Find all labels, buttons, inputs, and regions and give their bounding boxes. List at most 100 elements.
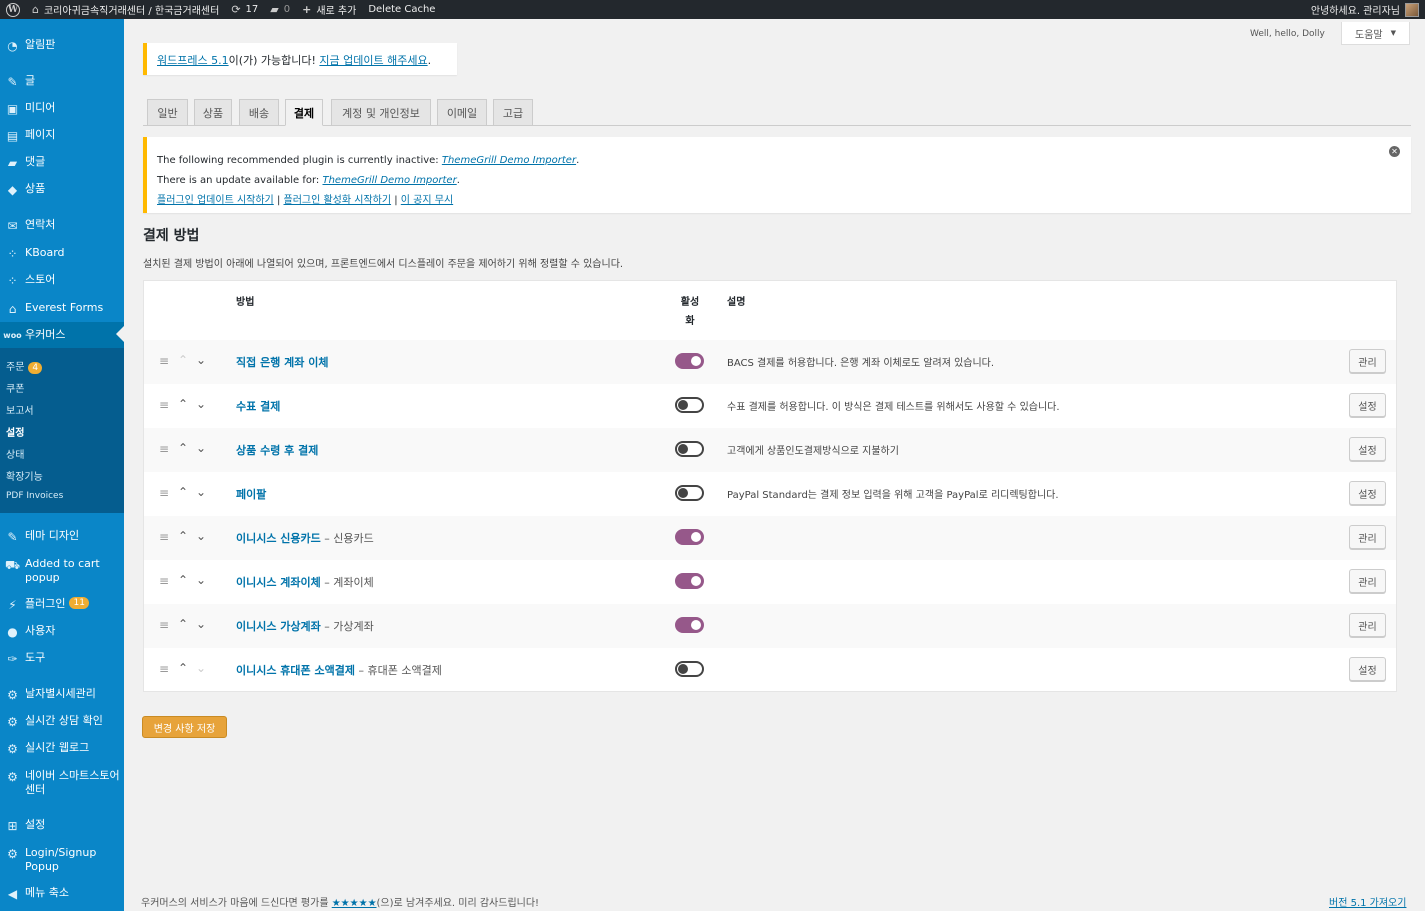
begin-activating-plugin-link[interactable]: 플러그인 활성화 시작하기 [284,195,392,206]
submenu-reports[interactable]: 보고서 [6,402,34,417]
new-content-link[interactable]: + 새로 추가 [296,0,362,19]
menu-pages[interactable]: ▤ 페이지 [0,128,124,143]
gateway-link[interactable]: 이니시스 가상계좌 [236,620,321,633]
gateway-link[interactable]: 이니시스 계좌이체 [236,576,321,589]
tab-accounts-privacy[interactable]: 계정 및 개인정보 [331,99,431,126]
submenu-status[interactable]: 상태 [6,446,24,461]
gateway-enabled-toggle[interactable] [675,573,704,589]
gateway-link[interactable]: 직접 은행 계좌 이체 [236,356,328,369]
gateway-enabled-toggle[interactable] [675,441,704,457]
drag-handle-icon[interactable]: ≡ [159,354,169,368]
menu-contacts[interactable]: ✉ 연락처 [0,218,124,233]
submenu-settings[interactable]: 설정 [6,424,24,439]
dismiss-notice-link[interactable]: 이 공지 무시 [401,195,453,206]
menu-settings[interactable]: ⊞ 설정 [0,818,124,833]
tab-checkout[interactable]: 결제 [285,99,323,126]
submenu-orders[interactable]: 주문 4 [6,358,43,374]
gateway-action-button[interactable]: 설정 [1349,481,1386,505]
menu-products[interactable]: ◆ 상품 [0,182,124,197]
updates-link[interactable]: ⟳ 17 [225,0,264,19]
gateway-enabled-toggle[interactable] [675,485,704,501]
move-down-icon[interactable]: ⌄ [196,573,206,587]
menu-live-chat[interactable]: ⚙ 실시간 상담 확인 [0,714,124,729]
gateway-link[interactable]: 이니시스 휴대폰 소액결제 [236,664,355,677]
site-name-link[interactable]: ⌂ 코리아귀금속직거래센터 / 한국금거래센터 [26,0,225,19]
move-down-icon[interactable]: ⌄ [196,353,206,367]
move-down-icon[interactable]: ⌄ [196,441,206,455]
wp-logo-menu[interactable]: W [0,0,26,19]
gateway-enabled-toggle[interactable] [675,617,704,633]
move-down-icon[interactable]: ⌄ [196,661,206,675]
move-up-icon[interactable]: ⌃ [178,485,188,499]
drag-handle-icon[interactable]: ≡ [159,662,169,676]
move-up-icon[interactable]: ⌃ [178,617,188,631]
wordpress-version-link[interactable]: 워드프레스 5.1 [157,54,229,67]
menu-kboard[interactable]: ⁘ KBoard [0,246,124,261]
menu-appearance[interactable]: ✎ 테마 디자인 [0,529,124,544]
tab-advanced[interactable]: 고급 [493,99,533,126]
move-up-icon[interactable]: ⌃ [178,529,188,543]
gateway-link[interactable]: 페이팔 [236,488,266,501]
my-account-link[interactable]: 안녕하세요. 관리자님 [1305,0,1425,19]
move-up-icon[interactable]: ⌃ [178,661,188,675]
menu-comments[interactable]: ▰ 댓글 [0,155,124,170]
tab-products[interactable]: 상품 [194,99,232,126]
plugin-link-inactive[interactable]: ThemeGrill Demo Importer [442,155,576,166]
menu-posts[interactable]: ✎ 글 [0,74,124,89]
menu-web-log[interactable]: ⚙ 실시간 웹로그 [0,741,124,756]
dismiss-close-icon[interactable]: ✕ [1389,146,1400,157]
gateway-enabled-toggle[interactable] [675,397,704,413]
tab-shipping[interactable]: 배송 [239,99,279,126]
move-down-icon[interactable]: ⌄ [196,617,206,631]
move-down-icon[interactable]: ⌄ [196,529,206,543]
comments-link[interactable]: ▰ 0 [264,0,296,19]
submenu-pdf-invoices[interactable]: PDF Invoices [6,491,63,501]
drag-handle-icon[interactable]: ≡ [159,574,169,588]
gateway-enabled-toggle[interactable] [675,353,704,369]
submenu-coupons[interactable]: 쿠폰 [6,380,24,395]
drag-handle-icon[interactable]: ≡ [159,486,169,500]
drag-handle-icon[interactable]: ≡ [159,530,169,544]
move-up-icon[interactable]: ⌃ [178,397,188,411]
menu-login-signup-popup[interactable]: ⚙ Login/Signup Popup [0,846,124,874]
delete-cache-link[interactable]: Delete Cache [362,0,441,19]
gateway-link[interactable]: 이니시스 신용카드 [236,532,321,545]
menu-collapse[interactable]: ◀ 메뉴 축소 [0,886,124,901]
help-tab-button[interactable]: 도움말 ▼ [1341,22,1410,45]
gateway-link[interactable]: 수표 결제 [236,400,280,413]
drag-handle-icon[interactable]: ≡ [159,442,169,456]
menu-media[interactable]: ▣ 미디어 [0,101,124,116]
menu-store[interactable]: ⁘ 스토어 [0,273,124,288]
begin-updating-plugin-link[interactable]: 플러그인 업데이트 시작하기 [157,195,274,206]
get-version-link[interactable]: 버전 5.1 가져오기 [1329,898,1406,909]
menu-added-to-cart-popup[interactable]: ⛟ Added to cart popup [0,557,124,585]
gateway-enabled-toggle[interactable] [675,661,704,677]
submenu-extensions[interactable]: 확장기능 [6,468,43,483]
gateway-action-button[interactable]: 설정 [1349,437,1386,461]
move-down-icon[interactable]: ⌄ [196,485,206,499]
move-up-icon[interactable]: ⌃ [178,573,188,587]
gateway-action-button[interactable]: 관리 [1349,569,1386,593]
menu-daily-price[interactable]: ⚙ 날자별시세관리 [0,687,124,702]
plugin-link-update[interactable]: ThemeGrill Demo Importer [322,175,456,186]
drag-handle-icon[interactable]: ≡ [159,398,169,412]
menu-plugins[interactable]: ⚡ 플러그인 11 [0,597,124,612]
gateway-enabled-toggle[interactable] [675,529,704,545]
move-up-icon[interactable]: ⌃ [178,353,188,367]
gateway-link[interactable]: 상품 수령 후 결제 [236,444,318,457]
menu-everest-forms[interactable]: ⌂ Everest Forms [0,301,124,316]
tab-general[interactable]: 일반 [147,99,188,126]
gateway-action-button[interactable]: 설정 [1349,393,1386,417]
drag-handle-icon[interactable]: ≡ [159,618,169,632]
tab-email[interactable]: 이메일 [437,99,487,126]
rating-stars-link[interactable]: ★★★★★ [332,898,377,909]
menu-users[interactable]: ● 사용자 [0,624,124,639]
gateway-action-button[interactable]: 관리 [1349,349,1386,373]
gateway-action-button[interactable]: 설정 [1349,657,1386,681]
menu-naver-smartstore[interactable]: ⚙ 네이버 스마트스토어센터 [0,769,124,797]
gateway-action-button[interactable]: 관리 [1349,525,1386,549]
save-changes-button[interactable]: 변경 사항 저장 [142,716,227,738]
update-now-link[interactable]: 지금 업데이트 해주세요 [319,54,427,67]
menu-woocommerce[interactable]: woo 우커머스 [0,322,124,348]
gateway-action-button[interactable]: 관리 [1349,613,1386,637]
